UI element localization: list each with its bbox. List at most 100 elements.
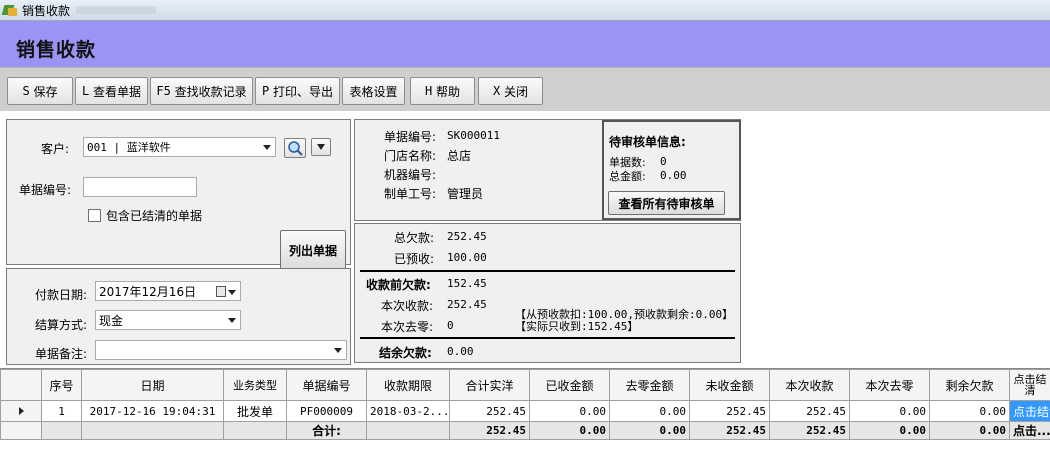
payment-panel: 付款日期: 2017年12月16日 结算方式: 现金 单据备注: — [6, 268, 351, 365]
print-export-button[interactable]: P 打印、导出 — [255, 77, 340, 105]
sum-empty — [41, 421, 82, 440]
machine-label: 机器编号: — [384, 168, 437, 182]
column-header[interactable]: 未收金额 — [689, 369, 770, 401]
chevron-down-icon — [334, 348, 342, 353]
column-header[interactable]: 本次收款 — [769, 369, 850, 401]
column-header[interactable]: 合计实洋 — [449, 369, 530, 401]
save-button[interactable]: S 保存 — [7, 77, 73, 105]
sum-empty — [81, 421, 224, 440]
sum-total: 252.45 — [449, 421, 530, 440]
sum-zero: 0.00 — [609, 421, 690, 440]
row-indicator-header — [0, 369, 42, 401]
filter-panel: 客户: 001 | 蓝洋软件 单据编号: 包含已结清的单据 列出单据 — [6, 119, 351, 270]
sum-this-receive: 252.45 — [769, 421, 850, 440]
pending-title: 待审核单信息: — [609, 135, 686, 149]
column-header[interactable]: 序号 — [41, 369, 82, 401]
cell-this-receive-input[interactable]: 252.45 — [769, 400, 850, 422]
chevron-down-icon — [228, 318, 236, 323]
total-debt-value: 252.45 — [447, 230, 487, 243]
sum-empty — [223, 421, 287, 440]
column-header[interactable]: 收款期限 — [366, 369, 450, 401]
this-zero-value: 0 — [447, 319, 454, 332]
payment-date-label: 付款日期: — [35, 288, 88, 302]
column-header[interactable]: 剩余欠款 — [929, 369, 1010, 401]
column-header[interactable]: 点击结清 — [1009, 369, 1050, 401]
note-select[interactable] — [95, 340, 347, 360]
cell-unpaid: 252.45 — [689, 400, 770, 422]
divider — [360, 337, 735, 339]
table-sum-row: 合计: 252.45 0.00 0.00 252.45 252.45 0.00 … — [0, 421, 1050, 440]
cell-remaining: 0.00 — [929, 400, 1010, 422]
pending-count-value: 0 — [660, 155, 667, 168]
doc-number-label: 单据编号: — [384, 130, 437, 144]
pending-amount-value: 0.00 — [660, 169, 687, 182]
sum-label: 合计: — [286, 421, 367, 440]
column-header[interactable]: 已收金额 — [529, 369, 610, 401]
docno-input[interactable] — [83, 177, 197, 197]
cell-zero: 0.00 — [609, 400, 690, 422]
column-header[interactable]: 业务类型 — [223, 369, 287, 401]
caret-right-icon — [18, 407, 24, 415]
sum-empty — [366, 421, 450, 440]
store-value: 总店 — [447, 149, 472, 163]
prepaid-value: 100.00 — [447, 251, 487, 264]
view-document-button[interactable]: L 查看单据 — [75, 77, 148, 105]
column-header[interactable]: 日期 — [81, 369, 224, 401]
settlement-method-label: 结算方式: — [35, 318, 88, 332]
before-debt-label: 收款前欠款: — [366, 278, 431, 292]
column-header[interactable]: 单据编号 — [286, 369, 367, 401]
sum-received: 0.00 — [529, 421, 610, 440]
settlement-method-select[interactable]: 现金 — [95, 310, 241, 330]
window-subtitle-blur — [76, 6, 157, 14]
sum-this-zero: 0.00 — [849, 421, 930, 440]
this-receive-value: 252.45 — [447, 298, 487, 311]
receivables-table: 序号 日期 业务类型 单据编号 收款期限 合计实洋 已收金额 去零金额 未收金额… — [0, 369, 1050, 440]
cell-received: 0.00 — [529, 400, 610, 422]
receivables-grid: 序号 日期 业务类型 单据编号 收款期限 合计实洋 已收金额 去零金额 未收金额… — [0, 368, 1050, 476]
doc-number-value: SK000011 — [447, 129, 500, 142]
app-icon — [1, 3, 18, 17]
chevron-down-icon — [263, 145, 271, 150]
cell-seq: 1 — [41, 400, 82, 422]
settle-button[interactable]: 点击结清 — [1009, 400, 1050, 422]
before-debt-value: 152.45 — [447, 277, 487, 290]
cell-docno[interactable]: PF000009 — [286, 400, 367, 422]
total-debt-label: 总欠款: — [394, 231, 435, 245]
cell-total: 252.45 — [449, 400, 530, 422]
page-header: 销售收款 — [0, 21, 1050, 67]
close-button[interactable]: X 关闭 — [478, 77, 543, 105]
balance-value: 0.00 — [447, 345, 474, 358]
customer-select[interactable]: 001 | 蓝洋软件 — [83, 137, 276, 157]
sum-unpaid: 252.45 — [689, 421, 770, 440]
customer-label: 客户: — [41, 142, 70, 156]
sum-remaining: 0.00 — [929, 421, 1010, 440]
window-title: 销售收款 — [22, 3, 71, 18]
table-settings-button[interactable]: 表格设置 — [342, 77, 405, 105]
divider — [360, 270, 735, 272]
include-settled-checkbox[interactable] — [88, 209, 101, 222]
pending-audit-box: 待审核单信息: 单据数: 0 总金额: 0.00 查看所有待审核单 — [602, 120, 741, 220]
row-indicator — [0, 400, 42, 422]
payment-date-picker[interactable]: 2017年12月16日 — [95, 281, 241, 301]
pending-amount-label: 总金额: — [609, 170, 646, 183]
cell-type: 批发单 — [223, 400, 287, 422]
list-documents-button[interactable]: 列出单据 — [280, 230, 346, 270]
view-all-pending-button[interactable]: 查看所有待审核单 — [608, 191, 725, 215]
column-header[interactable]: 去零金额 — [609, 369, 690, 401]
cell-date: 2017-12-16 19:04:31 — [81, 400, 224, 422]
table-row[interactable]: 1 2017-12-16 19:04:31 批发单 PF000009 2018-… — [0, 400, 1050, 422]
search-customer-button[interactable] — [284, 138, 306, 158]
column-header[interactable]: 本次去零 — [849, 369, 930, 401]
this-receive-label: 本次收款: — [381, 299, 434, 313]
summary-panel: 总欠款: 252.45 已预收: 100.00 收款前欠款: 152.45 本次… — [354, 223, 741, 363]
cell-this-zero-input[interactable]: 0.00 — [849, 400, 930, 422]
operator-value: 管理员 — [447, 187, 484, 201]
store-label: 门店名称: — [384, 149, 437, 163]
content-area: 客户: 001 | 蓝洋软件 单据编号: 包含已结清的单据 列出单据 付款日期:… — [0, 111, 1050, 368]
customer-dropdown-button[interactable] — [311, 138, 331, 156]
triangle-down-icon — [317, 144, 325, 150]
this-zero-label: 本次去零: — [381, 320, 434, 334]
find-payment-records-button[interactable]: F5 查找收款记录 — [150, 77, 253, 105]
table-header-row: 序号 日期 业务类型 单据编号 收款期限 合计实洋 已收金额 去零金额 未收金额… — [0, 369, 1050, 401]
help-button[interactable]: H 帮助 — [410, 77, 475, 105]
